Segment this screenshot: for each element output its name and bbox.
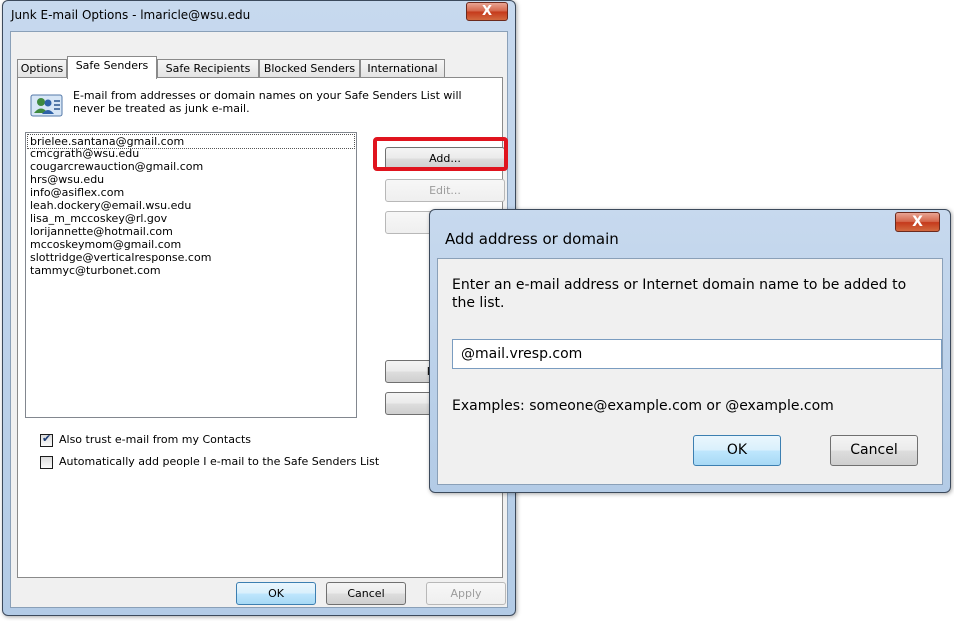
tab-safe-recipients[interactable]: Safe Recipients: [157, 59, 259, 78]
list-item[interactable]: tammyc@turbonet.com: [28, 264, 163, 277]
safe-senders-list[interactable]: brielee.santana@gmail.com cmcgrath@wsu.e…: [25, 132, 357, 418]
close-button[interactable]: X: [466, 2, 508, 21]
list-item[interactable]: cougarcrewauction@gmail.com: [28, 160, 205, 173]
tab-safe-senders[interactable]: Safe Senders: [67, 56, 157, 79]
tab-international[interactable]: International: [360, 59, 445, 78]
safe-senders-description: E-mail from addresses or domain names on…: [73, 89, 462, 115]
edit-button[interactable]: Edit...: [385, 179, 505, 202]
auto-add-label: Automatically add people I e-mail to the…: [59, 455, 380, 468]
list-item[interactable]: cmcgrath@wsu.edu: [28, 147, 141, 160]
popup-client-area: Enter an e-mail address or Internet doma…: [437, 258, 943, 485]
title-bar[interactable]: Junk E-mail Options - lmaricle@wsu.edu X: [3, 1, 515, 31]
apply-button[interactable]: Apply: [426, 582, 506, 605]
trust-contacts-checkbox[interactable]: [40, 432, 53, 447]
close-icon: X: [481, 4, 493, 19]
list-item[interactable]: lisa_m_mccoskey@rl.gov: [28, 212, 169, 225]
list-item[interactable]: leah.dockery@email.wsu.edu: [28, 199, 193, 212]
list-item[interactable]: slottridge@verticalresponse.com: [28, 251, 213, 264]
list-item[interactable]: info@asiflex.com: [28, 186, 126, 199]
popup-examples: Examples: someone@example.com or @exampl…: [452, 398, 834, 414]
cancel-button[interactable]: Cancel: [326, 582, 406, 605]
popup-ok-button[interactable]: OK: [693, 435, 781, 466]
address-input[interactable]: [452, 339, 942, 369]
tab-options[interactable]: Options: [17, 59, 67, 78]
close-icon: X: [912, 214, 923, 230]
tab-blocked-senders[interactable]: Blocked Senders: [259, 59, 360, 78]
popup-close-button[interactable]: X: [895, 212, 940, 232]
list-item[interactable]: hrs@wsu.edu: [28, 173, 106, 186]
auto-add-checkbox[interactable]: [40, 456, 53, 469]
add-address-dialog: Add address or domain X Enter an e-mail …: [429, 209, 951, 493]
add-button-highlight: [373, 137, 508, 171]
list-item[interactable]: mccoskeymom@gmail.com: [28, 238, 183, 251]
list-item[interactable]: lorijannette@hotmail.com: [28, 225, 175, 238]
popup-title: Add address or domain: [445, 230, 619, 248]
trust-contacts-label: Also trust e-mail from my Contacts: [59, 433, 252, 446]
contacts-icon: [30, 94, 63, 117]
popup-prompt: Enter an e-mail address or Internet doma…: [452, 277, 907, 311]
dialog-title: Junk E-mail Options - lmaricle@wsu.edu: [11, 8, 251, 22]
popup-title-bar[interactable]: Add address or domain X: [430, 210, 950, 258]
popup-cancel-button[interactable]: Cancel: [830, 435, 918, 466]
ok-button[interactable]: OK: [236, 582, 316, 605]
